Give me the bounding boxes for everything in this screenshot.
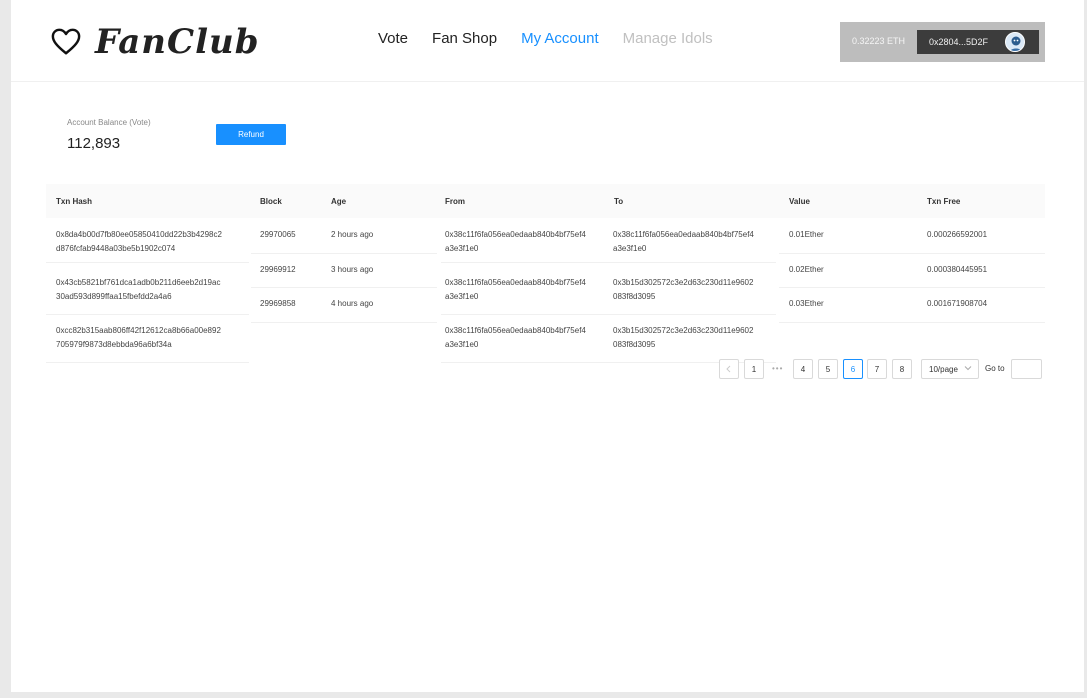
to-address-line: 0x3b15d302572c3e2d63c230d11e9602 bbox=[613, 278, 754, 287]
from-address-cell[interactable]: 0x38c11f6fa056ea0edaab840b4bf75ef4 a3e3f… bbox=[445, 228, 586, 256]
brand-logo[interactable]: FanClub bbox=[51, 22, 260, 62]
pagination-page[interactable]: 7 bbox=[867, 359, 887, 379]
wallet-widget[interactable]: 0.32223 ETH 0x2804...5D2F bbox=[840, 22, 1045, 62]
page-size-select[interactable]: 10/page bbox=[921, 359, 979, 379]
from-address-line: a3e3f1e0 bbox=[445, 340, 479, 349]
row-divider bbox=[46, 262, 249, 263]
balance-value: 112,893 bbox=[67, 135, 121, 152]
value-cell: 0.02Ether bbox=[789, 265, 824, 274]
pagination-page[interactable]: 4 bbox=[793, 359, 813, 379]
from-address-line: 0x38c11f6fa056ea0edaab840b4bf75ef4 bbox=[445, 230, 586, 239]
row-divider bbox=[46, 362, 249, 363]
nav-my-account[interactable]: My Account bbox=[521, 30, 599, 47]
txn-hash-cell[interactable]: 0x8da4b00d7fb80ee05850410dd22b3b4298c2 d… bbox=[56, 228, 222, 256]
col-header-age: Age bbox=[331, 197, 347, 206]
chevron-left-icon bbox=[726, 365, 731, 373]
pagination-ellipsis[interactable]: ••• bbox=[772, 364, 783, 373]
app-frame: FanClub Vote Fan Shop My Account Manage … bbox=[11, 0, 1084, 692]
value-cell: 0.03Ether bbox=[789, 299, 824, 308]
goto-page-input[interactable] bbox=[1011, 359, 1042, 379]
from-address-cell[interactable]: 0x38c11f6fa056ea0edaab840b4bf75ef4 a3e3f… bbox=[445, 324, 586, 352]
row-divider bbox=[251, 322, 437, 323]
txn-hash-line: 30ad593d899ffaa15fbefdd2a4a6 bbox=[56, 292, 172, 301]
col-header-to: To bbox=[614, 197, 624, 206]
txn-fee-cell: 0.000266592001 bbox=[927, 230, 988, 239]
row-divider bbox=[251, 287, 437, 288]
row-divider bbox=[441, 262, 776, 263]
brand-name: FanClub bbox=[95, 22, 260, 62]
to-address-line: 0x3b15d302572c3e2d63c230d11e9602 bbox=[613, 326, 754, 335]
pagination-prev-button[interactable] bbox=[719, 359, 739, 379]
from-address-line: a3e3f1e0 bbox=[445, 292, 479, 301]
to-address-cell[interactable]: 0x3b15d302572c3e2d63c230d11e9602 083f8d3… bbox=[613, 324, 753, 352]
goto-label: Go to bbox=[985, 364, 1005, 373]
txn-hash-line: 705979f9873d8ebbda96a6bf34a bbox=[56, 340, 172, 349]
txn-fee-cell: 0.001671908704 bbox=[927, 299, 988, 308]
main-nav: Vote Fan Shop My Account Manage Idols bbox=[378, 30, 737, 47]
row-divider bbox=[779, 253, 1045, 254]
value-cell: 0.01Ether bbox=[789, 230, 824, 239]
from-address-line: 0x38c11f6fa056ea0edaab840b4bf75ef4 bbox=[445, 326, 586, 335]
pagination-page[interactable]: 8 bbox=[892, 359, 912, 379]
row-divider bbox=[46, 314, 249, 315]
balance-label: Account Balance (Vote) bbox=[67, 118, 151, 127]
txn-hash-cell[interactable]: 0x43cb5821bf761dca1adb0b211d6eeb2d19ac 3… bbox=[56, 276, 220, 304]
age-cell: 2 hours ago bbox=[331, 230, 374, 239]
row-divider bbox=[251, 253, 437, 254]
age-cell: 4 hours ago bbox=[331, 299, 374, 308]
txn-hash-line: 0xcc82b315aab806ff42f12612ca8b66a00e892 bbox=[56, 326, 221, 335]
nav-manage-idols[interactable]: Manage Idols bbox=[623, 30, 713, 47]
to-address-line: a3e3f1e0 bbox=[613, 244, 647, 253]
to-address-cell[interactable]: 0x38c11f6fa056ea0edaab840b4bf75ef4 a3e3f… bbox=[613, 228, 754, 256]
to-address-line: 083f8d3095 bbox=[613, 292, 656, 301]
chevron-down-icon bbox=[964, 364, 972, 374]
from-address-line: 0x38c11f6fa056ea0edaab840b4bf75ef4 bbox=[445, 278, 586, 287]
nav-fan-shop[interactable]: Fan Shop bbox=[432, 30, 497, 47]
wallet-address: 0x2804...5D2F bbox=[929, 37, 989, 47]
txn-hash-cell[interactable]: 0xcc82b315aab806ff42f12612ca8b66a00e892 … bbox=[56, 324, 221, 352]
col-header-txn-hash: Txn Hash bbox=[56, 197, 93, 206]
col-header-value: Value bbox=[789, 197, 810, 206]
pagination-page[interactable]: 1 bbox=[744, 359, 764, 379]
wallet-address-box[interactable]: 0x2804...5D2F bbox=[917, 30, 1039, 54]
col-header-block: Block bbox=[260, 197, 282, 206]
block-cell[interactable]: 29970065 bbox=[260, 228, 296, 242]
block-cell[interactable]: 29969912 bbox=[260, 263, 296, 277]
txn-fee-cell: 0.000380445951 bbox=[927, 265, 988, 274]
txn-hash-line: 0x43cb5821bf761dca1adb0b211d6eeb2d19ac bbox=[56, 278, 221, 287]
row-divider bbox=[779, 322, 1045, 323]
row-divider bbox=[779, 287, 1045, 288]
from-address-cell[interactable]: 0x38c11f6fa056ea0edaab840b4bf75ef4 a3e3f… bbox=[445, 276, 586, 304]
col-header-txn-free: Txn Free bbox=[927, 197, 961, 206]
nav-vote[interactable]: Vote bbox=[378, 30, 408, 47]
to-address-line: 0x38c11f6fa056ea0edaab840b4bf75ef4 bbox=[613, 230, 754, 239]
page-size-value: 10/page bbox=[929, 364, 958, 374]
txn-hash-line: 0x8da4b00d7fb80ee05850410dd22b3b4298c2 bbox=[56, 230, 222, 239]
txn-hash-line: d876fcfab9448a03be5b1902c074 bbox=[56, 244, 176, 253]
refund-button[interactable]: Refund bbox=[216, 124, 286, 145]
from-address-line: a3e3f1e0 bbox=[445, 244, 479, 253]
to-address-line: 083f8d3095 bbox=[613, 340, 656, 349]
row-divider bbox=[441, 314, 776, 315]
user-avatar[interactable] bbox=[1005, 32, 1025, 52]
to-address-cell[interactable]: 0x3b15d302572c3e2d63c230d11e9602 083f8d3… bbox=[613, 276, 753, 304]
heart-icon bbox=[51, 28, 81, 55]
wallet-balance: 0.32223 ETH bbox=[852, 36, 906, 46]
age-cell: 3 hours ago bbox=[331, 265, 374, 274]
top-header: FanClub Vote Fan Shop My Account Manage … bbox=[11, 0, 1084, 82]
pagination-page-current[interactable]: 6 bbox=[843, 359, 863, 379]
pagination-page[interactable]: 5 bbox=[818, 359, 838, 379]
table-header: Txn Hash Block Age From To Value Txn Fre… bbox=[46, 184, 1045, 218]
block-cell[interactable]: 29969858 bbox=[260, 297, 296, 311]
col-header-from: From bbox=[445, 197, 465, 206]
avatar-icon bbox=[1006, 33, 1024, 51]
